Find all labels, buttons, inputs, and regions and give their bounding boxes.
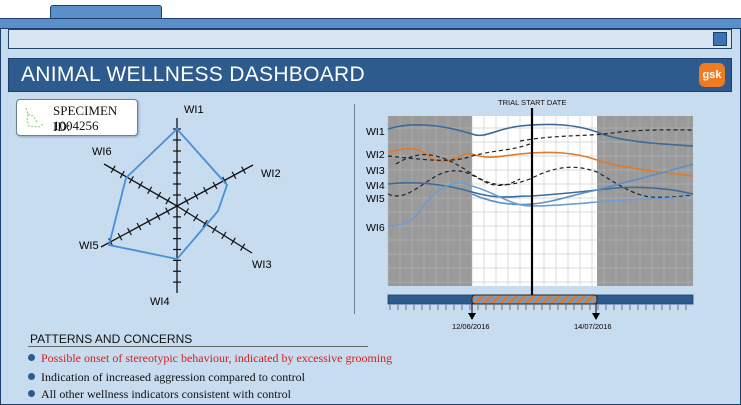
radar-label-wi3: WI3: [252, 259, 272, 271]
timeline-label-wi5: WI5: [366, 193, 385, 205]
concern-item: Indication of increased aggression compa…: [28, 370, 305, 385]
section-divider: [354, 104, 355, 314]
radar-tick: [128, 175, 134, 184]
specimen-mouse-icon: [25, 107, 44, 128]
range-start-handle-icon[interactable]: [468, 313, 476, 320]
radar-label-wi1: WI1: [184, 104, 204, 116]
timeline-range-selection[interactable]: [471, 294, 598, 305]
bullet-icon: [28, 390, 35, 397]
address-bar[interactable]: [8, 29, 732, 49]
range-end-handle-icon[interactable]: [592, 313, 600, 320]
concern-text: Indication of increased aggression compa…: [41, 370, 305, 384]
radar-tick: [147, 186, 153, 195]
concern-text: All other wellness indicators consistent…: [41, 387, 291, 401]
radar-tick: [221, 231, 227, 240]
radar-tick: [110, 165, 116, 174]
concern-item: All other wellness indicators consistent…: [28, 387, 291, 402]
radar-tick: [137, 181, 144, 189]
radar-tick: [156, 191, 162, 200]
patterns-divider: [28, 346, 368, 347]
range-start-date: 12/06/2016: [452, 322, 490, 331]
page-title: ANIMAL WELLNESS DASHBOARD: [21, 63, 365, 86]
timeline-label-wi2: WI2: [366, 149, 385, 161]
dashboard-header: ANIMAL WELLNESS DASHBOARD gsk: [8, 58, 732, 92]
radar-tick: [211, 225, 218, 234]
patterns-title: PATTERNS AND CONCERNS: [30, 332, 193, 346]
radar-label-wi5: WI5: [79, 240, 99, 252]
timeline-label-wi6: WI6: [366, 222, 385, 234]
square-button-icon[interactable]: [713, 32, 727, 46]
range-end-date: 14/07/2016: [574, 322, 612, 331]
radar-label-wi6: WI6: [92, 146, 112, 158]
concern-text: Possible onset of stereotypic behaviour,…: [41, 351, 393, 365]
timeline-label-wi4: WI4: [366, 180, 385, 192]
app-window: ANIMAL WELLNESS DASHBOARD gsk SPECIMEN I…: [0, 0, 741, 405]
pre-trial-region: [388, 116, 472, 286]
bullet-icon: [28, 354, 35, 361]
radar-specimen-polygon: [107, 127, 229, 260]
radar-tick: [230, 237, 236, 245]
timeline-label-wi1: WI1: [366, 126, 385, 138]
gsk-logo: gsk: [699, 63, 725, 87]
radar-tick: [239, 243, 246, 251]
radar-tick: [193, 214, 199, 222]
radar-label-wi4: WI4: [150, 296, 170, 308]
radar-tick: [119, 170, 125, 179]
radar-chart: WI1 WI2 WI3 WI4 WI5 WI6: [79, 104, 281, 308]
bullet-icon: [28, 373, 35, 380]
radar-label-wi2: WI2: [261, 168, 281, 180]
radar-tick: [165, 196, 171, 205]
timeline-label-wi3: WI3: [366, 165, 385, 177]
concern-item: Possible onset of stereotypic behaviour,…: [28, 351, 392, 366]
radar-tick: [183, 208, 190, 216]
timeline-chart: TRIAL START DATE WI1 WI2 WI3 WI4 WI5 WI6: [366, 98, 694, 331]
trial-start-label: TRIAL START DATE: [498, 98, 566, 107]
